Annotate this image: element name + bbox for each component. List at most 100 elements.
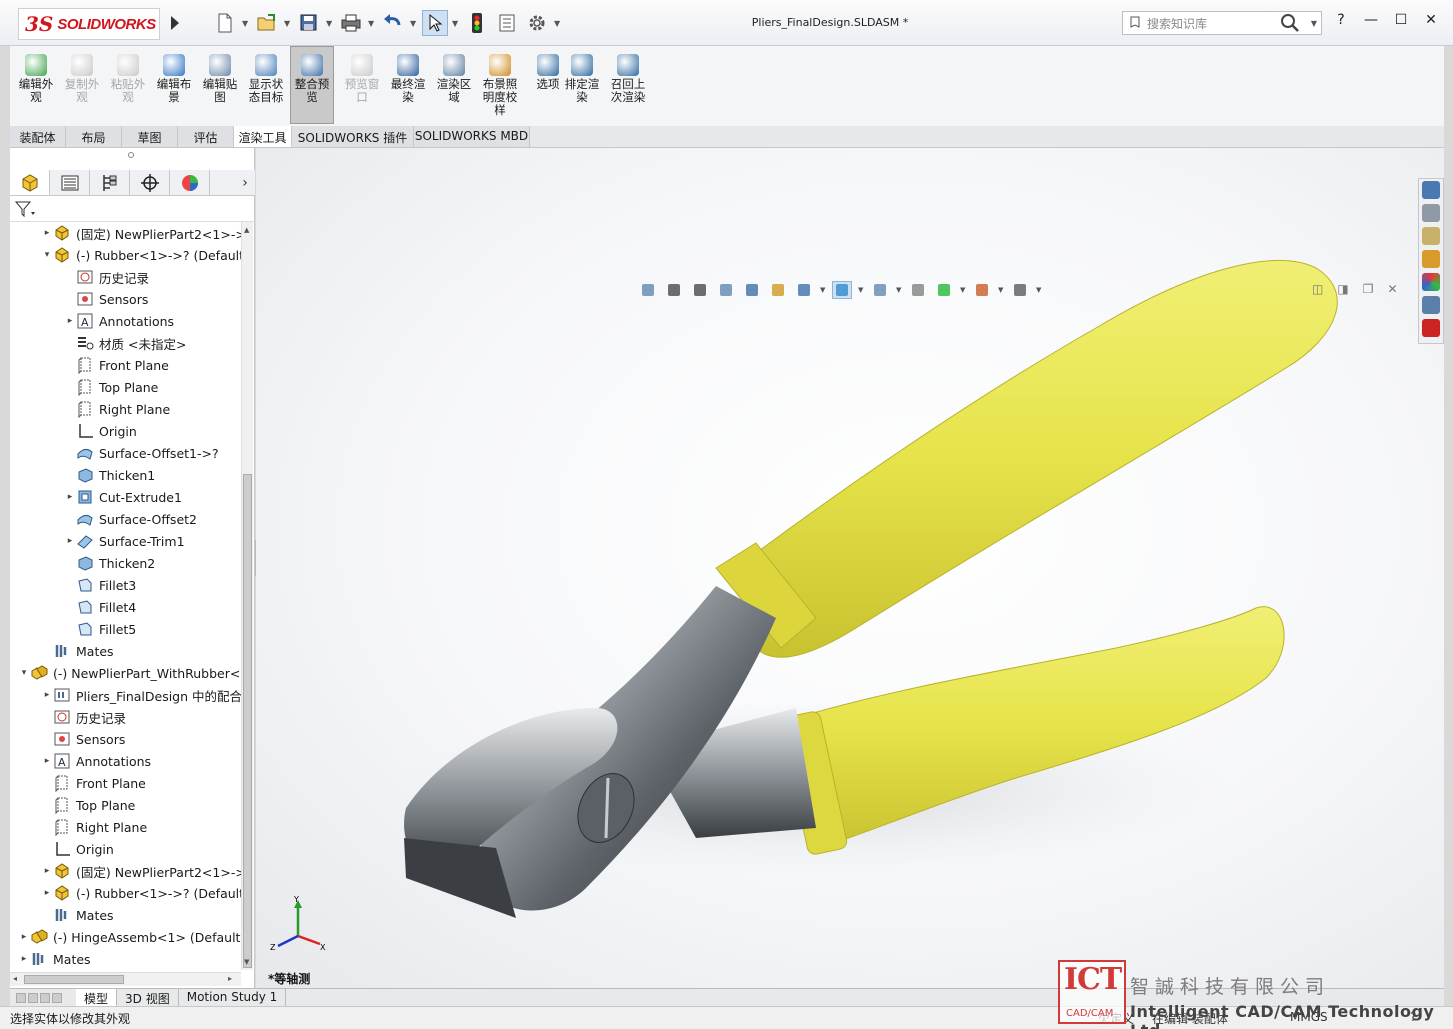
chevron-down-icon[interactable]: ▼ (452, 19, 460, 28)
bottom-tab-1[interactable]: 3D 视图 (117, 989, 179, 1006)
tree-node[interactable]: Mates (41, 640, 114, 662)
chevron-down-icon[interactable]: ▼ (410, 19, 418, 28)
chevron-down-icon[interactable]: ▼ (242, 19, 250, 28)
bottom-tab-0[interactable]: 模型 (76, 989, 118, 1006)
help-button[interactable]: ? (1330, 12, 1352, 28)
tree-node[interactable]: ▸ Cut-Extrude1 (64, 486, 182, 508)
scroll-up-icon[interactable]: ▲ (244, 226, 249, 234)
view-orientation-icon[interactable] (794, 281, 814, 299)
tree-node[interactable]: ▸ (固定) NewPlierPart2<1>->? (41, 860, 241, 882)
save-icon[interactable] (296, 10, 322, 36)
expand-arrow-icon[interactable]: ▸ (41, 888, 53, 898)
tree-node[interactable]: Origin (41, 838, 114, 860)
command-display-state-target-button[interactable]: 显示状态目标 (244, 54, 288, 126)
command-edit-appearance-button[interactable]: 编辑外观 (14, 54, 58, 126)
bottom-tab-2[interactable]: Motion Study 1 (179, 989, 287, 1006)
rebuild-traffic-light-icon[interactable] (464, 10, 490, 36)
first-tab-icon[interactable] (16, 992, 26, 1003)
tree-vertical-scrollbar[interactable]: ▲ ▼ (241, 222, 253, 970)
graphics-area[interactable]: ▼ ▼ ▼ ▼ ▼ ▼ ◫ ◨ ❐ ✕ Y X Z *等轴测 (256, 148, 1444, 988)
home-icon[interactable] (1422, 181, 1440, 199)
tab-1[interactable]: 布局 (66, 126, 122, 147)
display-style-icon[interactable] (832, 281, 852, 299)
scrollbar-thumb[interactable] (243, 474, 252, 968)
tile-right-icon[interactable]: ◨ (1337, 282, 1348, 296)
menu-expand-arrow-icon[interactable] (168, 13, 182, 33)
file-properties-icon[interactable] (494, 10, 520, 36)
tree-node[interactable]: Right Plane (64, 398, 170, 420)
tree-node[interactable]: 材质 <未指定> (64, 332, 186, 354)
apply-scene-icon[interactable] (934, 281, 954, 299)
expand-arrow-icon[interactable]: ▸ (41, 690, 53, 700)
search-knowledge-base[interactable]: 搜索知识库 ▼ (1122, 11, 1322, 35)
expand-arrow-icon[interactable]: ▸ (64, 316, 76, 326)
expand-arrow-icon[interactable]: ▸ (41, 866, 53, 876)
next-tab-icon[interactable] (40, 992, 50, 1003)
search-icon[interactable] (1275, 12, 1305, 34)
zoom-to-area-icon[interactable] (690, 281, 710, 299)
display-manager-tab-icon[interactable] (170, 170, 210, 195)
collapse-arrow-icon[interactable]: ▾ (41, 250, 53, 260)
hide-show-items-icon[interactable] (870, 281, 890, 299)
chevron-down-icon[interactable]: ▼ (326, 19, 334, 28)
tree-node[interactable]: Fillet3 (64, 574, 136, 596)
tab-4[interactable]: 渲染工具 (234, 126, 292, 147)
search-input[interactable]: 搜索知识库 (1147, 15, 1269, 32)
close-icon[interactable]: ✕ (1420, 12, 1442, 28)
command-scene-illumination-proof-button[interactable]: 布景照明度校样 (478, 54, 522, 126)
section-view-icon[interactable] (742, 281, 762, 299)
tree-node[interactable]: Thicken2 (64, 552, 155, 574)
command-schedule-render-button[interactable]: 排定渲染 (560, 54, 604, 126)
view-settings-icon[interactable] (972, 281, 992, 299)
command-edit-scene-button[interactable]: 编辑布景 (152, 54, 196, 126)
view-orientation-up-icon[interactable] (638, 281, 658, 299)
restore-viewport-icon[interactable]: ❐ (1363, 282, 1374, 296)
design-library-icon[interactable] (1422, 204, 1440, 222)
dynamic-annotation-icon[interactable] (768, 281, 788, 299)
tree-node[interactable]: Origin (64, 420, 137, 442)
scroll-right-icon[interactable]: ▸ (228, 974, 232, 983)
expand-arrow-icon[interactable]: ▸ (18, 932, 30, 942)
command-edit-decal-button[interactable]: 编辑贴图 (198, 54, 242, 126)
maximize-icon[interactable]: ☐ (1390, 12, 1412, 28)
tree-node[interactable]: ▸ Surface-Trim1 (64, 530, 185, 552)
chevron-down-icon[interactable]: ▼ (1036, 286, 1042, 294)
tree-node[interactable]: 历史记录 (41, 706, 126, 728)
expand-arrow-icon[interactable]: ▸ (41, 756, 53, 766)
minimize-icon[interactable]: — (1360, 12, 1382, 28)
undo-icon[interactable] (380, 10, 406, 36)
tree-node[interactable]: Thicken1 (64, 464, 155, 486)
chevron-down-icon[interactable]: ▼ (368, 19, 376, 28)
feature-manager-tab-icon[interactable] (10, 170, 50, 195)
options-gear-icon[interactable] (524, 10, 550, 36)
tree-node[interactable]: Surface-Offset1->? (64, 442, 219, 464)
tree-horizontal-scrollbar[interactable]: ◂ ▸ (10, 972, 241, 986)
collapse-arrow-icon[interactable]: ▾ (18, 668, 30, 678)
tree-node[interactable]: ▾ (-) NewPlierPart_WithRubber<2 (18, 662, 241, 684)
expand-arrow-icon[interactable]: ▸ (41, 228, 53, 238)
scrollbar-thumb[interactable] (24, 975, 124, 984)
solidworks-forum-icon[interactable] (1422, 319, 1440, 337)
tree-node[interactable]: ▸ Mates (18, 948, 91, 970)
configuration-manager-tab-icon[interactable] (90, 170, 130, 195)
display-pane-icon[interactable] (1010, 281, 1030, 299)
tree-node[interactable]: Fillet4 (64, 596, 136, 618)
command-recall-last-render-button[interactable]: 召回上次渲染 (606, 54, 650, 126)
tree-node[interactable]: Sensors (41, 728, 125, 750)
print-icon[interactable] (338, 10, 364, 36)
select-pointer-icon[interactable] (422, 10, 448, 36)
edit-appearance-icon[interactable] (908, 281, 928, 299)
command-copy-appearance-button[interactable]: 复制外观 (60, 54, 104, 126)
tree-node[interactable]: ▸ (固定) NewPlierPart2<1>->? (41, 222, 241, 244)
tab-3[interactable]: 评估 (178, 126, 234, 147)
tree-node[interactable]: ▸ (-) Rubber<1>->? (Default< (41, 882, 241, 904)
chevron-right-icon[interactable]: › (235, 170, 255, 195)
close-viewport-icon[interactable]: ✕ (1387, 282, 1397, 296)
scroll-down-icon[interactable]: ▼ (244, 958, 249, 966)
zoom-to-fit-icon[interactable] (664, 281, 684, 299)
chevron-down-icon[interactable]: ▼ (896, 286, 902, 294)
tree-node[interactable]: Fillet5 (64, 618, 136, 640)
tab-navigation[interactable] (10, 989, 76, 1006)
tree-node[interactable]: ▸ (-) HingeAssemb<1> (Default<D (18, 926, 241, 948)
new-document-icon[interactable] (212, 10, 238, 36)
